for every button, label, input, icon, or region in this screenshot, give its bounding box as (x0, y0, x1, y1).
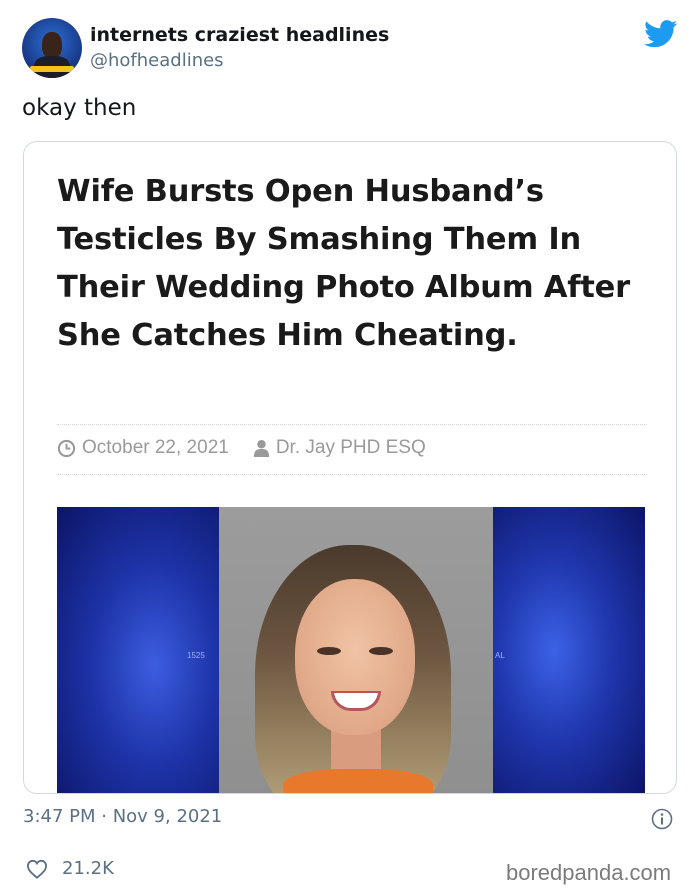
article-author-wrap: Dr. Jay PHD ESQ (253, 437, 426, 459)
mugshot-photo (219, 507, 493, 793)
user-icon (253, 439, 269, 457)
article-card[interactable]: Wife Bursts Open Husband’s Testicles By … (23, 141, 677, 794)
meta-divider-top (57, 424, 647, 425)
clock-icon (57, 439, 76, 457)
like-count: 21.2K (62, 858, 114, 879)
article-meta: October 22, 2021 Dr. Jay PHD ESQ (57, 437, 426, 459)
article-author: Dr. Jay PHD ESQ (275, 437, 426, 458)
author-name[interactable]: internets craziest headlines (90, 24, 389, 46)
background-text: AL (495, 651, 505, 660)
avatar-badge (30, 22, 74, 29)
avatar[interactable] (22, 18, 82, 78)
author-handle[interactable]: @hofheadlines (90, 50, 224, 71)
twitter-bird-icon[interactable] (644, 20, 678, 48)
news-background-left: 1525 (57, 507, 219, 793)
article-date: October 22, 2021 (82, 437, 229, 458)
mugshot-smile (331, 691, 381, 711)
mugshot-face (295, 579, 415, 735)
article-headline[interactable]: Wife Bursts Open Husband’s Testicles By … (57, 168, 647, 360)
article-image: 1525 AL (57, 507, 645, 793)
tweet-text: okay then (22, 95, 137, 121)
watermark: boredpanda.com (506, 860, 672, 885)
info-icon[interactable] (651, 808, 673, 830)
mugshot-eye-left (317, 647, 341, 655)
avatar-banner (30, 66, 74, 72)
meta-divider-bottom (57, 474, 647, 475)
avatar-face (42, 32, 62, 58)
news-background-right: AL (493, 507, 645, 793)
mugshot-eye-right (369, 647, 393, 655)
heart-icon[interactable] (26, 859, 48, 879)
tweet-timestamp[interactable]: 3:47 PM · Nov 9, 2021 (23, 806, 222, 827)
like-action[interactable]: 21.2K (26, 858, 114, 879)
background-number: 1525 (187, 651, 205, 660)
mugshot-shirt (283, 769, 433, 793)
